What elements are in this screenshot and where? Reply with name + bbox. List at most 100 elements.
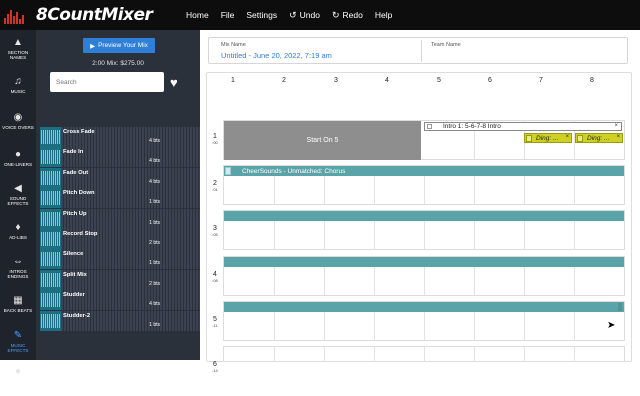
ding-clip[interactable]: Ding: ... × — [524, 133, 572, 143]
count-grid: 1 2 3 4 5 6 7 8 1:00 Start On 5 Intro 1:… — [206, 72, 632, 373]
row-label: 3:05 — [212, 225, 218, 237]
list-item[interactable]: Fade In 4 bts — [40, 147, 200, 168]
list-item[interactable]: Studder-2 1 bts — [40, 310, 200, 331]
column-header: 8 — [590, 77, 594, 84]
ding-clip[interactable]: Ding: ... × — [575, 133, 623, 143]
category-music-effects[interactable]: ✎ MUSIC EFFECTS — [0, 323, 36, 360]
track-thumbnail — [40, 147, 61, 168]
play-icon: ▶ — [90, 42, 96, 50]
category-sound-effects[interactable]: ◀ SOUND EFFECTS — [0, 176, 36, 213]
track-thumbnail — [40, 290, 61, 311]
clip-handle[interactable] — [427, 124, 432, 129]
mix-header-card: Mix Name Untitled - June 20, 2022, 7:19 … — [208, 37, 628, 64]
list-item[interactable]: Fade Out 4 bts — [40, 167, 200, 188]
resize-handle[interactable] — [618, 303, 622, 311]
clip-handle[interactable] — [225, 167, 231, 175]
mix-name-field[interactable]: Untitled - June 20, 2022, 7:19 am — [221, 51, 332, 60]
lane-row-5[interactable] — [223, 301, 625, 341]
start-on-block[interactable]: Start On 5 — [224, 121, 421, 160]
track-thumbnail — [40, 167, 61, 188]
column-header: 2 — [282, 77, 286, 84]
team-name-label: Team Name — [431, 42, 461, 48]
list-item[interactable]: Pitch Up 1 bts — [40, 208, 200, 229]
category-music[interactable]: ♫ MUSIC — [0, 67, 36, 104]
category-back-beats[interactable]: ▦ BACK BEATS — [0, 286, 36, 323]
category-voice-overs[interactable]: ◉ VOICE OVERS — [0, 103, 36, 140]
music-icon: ♫ — [14, 75, 22, 87]
mouse-cursor-icon: ➤ — [607, 320, 616, 331]
mix-price-info: 2:00 Mix: $275.00 — [92, 60, 144, 67]
header-divider — [421, 40, 422, 62]
user-icon: ● — [14, 366, 22, 378]
one-liners-icon: ● — [14, 149, 22, 161]
list-item[interactable]: Silence 1 bts — [40, 249, 200, 270]
close-icon[interactable]: × — [565, 134, 569, 140]
track-thumbnail — [40, 127, 61, 147]
row-label: 1:00 — [212, 133, 218, 145]
nav-file[interactable]: File — [221, 10, 235, 20]
cheersounds-clip-end[interactable] — [224, 302, 624, 312]
intro-clip[interactable]: Intro 1: 5-6-7-8 Intro × — [424, 122, 622, 131]
row-label: 2:01 — [212, 180, 218, 192]
close-icon[interactable]: × — [614, 123, 618, 129]
voice-overs-icon: ◉ — [13, 112, 23, 124]
category-sidebar: ▲ SECTION NAMES ♫ MUSIC ◉ VOICE OVERS ● ONE-… — [0, 30, 36, 389]
music-effects-icon: ✎ — [13, 329, 23, 341]
list-item[interactable]: Pitch Down 1 bts — [40, 188, 200, 209]
preview-mix-button[interactable]: ▶ Preview Your Mix — [83, 38, 155, 53]
column-header: 4 — [385, 77, 389, 84]
lane-row-3[interactable] — [223, 210, 625, 250]
cheersounds-clip-continuation[interactable] — [224, 211, 624, 221]
effects-list: Cross Fade 4 bts Fade In 4 bts Fade Out 4 b… — [40, 127, 200, 331]
list-item[interactable]: Record Stop 2 bts — [40, 228, 200, 249]
intros-endings-icon: ⇔ — [13, 256, 23, 268]
category-ad-libs[interactable]: ♦ AD-LIBS — [0, 213, 36, 250]
track-thumbnail — [40, 249, 61, 270]
category-my-recordings[interactable]: ● MY RECORDINGS — [0, 359, 36, 396]
logo-text: 8CountMixer — [36, 5, 153, 25]
list-item[interactable]: Cross Fade 4 bts — [40, 127, 200, 147]
row-label: 5:11 — [212, 316, 218, 328]
lane-row-2[interactable]: CheerSounds - Unmatched: Chorus — [223, 165, 625, 205]
close-icon[interactable]: × — [616, 134, 620, 140]
cheersounds-clip-continuation[interactable] — [224, 257, 624, 267]
list-item[interactable]: Studder 4 bts — [40, 290, 200, 311]
library-panel: ▶ Preview Your Mix 2:00 Mix: $275.00 ♥ C… — [36, 30, 200, 360]
undo-icon: ↺ — [289, 9, 297, 20]
main-nav: Home File Settings ↺ Undo ↻ Redo Help — [186, 0, 392, 30]
column-header: 6 — [488, 77, 492, 84]
top-bar: 8CountMixer Home File Settings ↺ Undo ↻ Re… — [0, 0, 640, 30]
nav-settings[interactable]: Settings — [246, 10, 277, 20]
category-section-names[interactable]: ▲ SECTION NAMES — [0, 30, 36, 67]
track-thumbnail — [40, 310, 61, 331]
column-header: 5 — [437, 77, 441, 84]
column-header: 7 — [539, 77, 543, 84]
track-thumbnail — [40, 188, 61, 209]
track-thumbnail — [40, 269, 61, 290]
category-one-liners[interactable]: ● ONE-LINERS — [0, 140, 36, 177]
list-item[interactable]: Split Mix 2 bts — [40, 269, 200, 290]
logo-mark-icon — [4, 4, 44, 26]
track-thumbnail — [40, 228, 61, 249]
clip-handle[interactable] — [577, 135, 583, 142]
track-thumbnail — [40, 208, 61, 229]
main-editor: Mix Name Untitled - June 20, 2022, 7:19 … — [200, 30, 640, 373]
sound-effects-icon: ◀ — [14, 183, 22, 195]
clip-handle[interactable] — [526, 135, 532, 142]
nav-redo[interactable]: ↻ Redo — [332, 10, 363, 21]
microphone-icon: ♦ — [15, 222, 21, 234]
cheersounds-clip[interactable]: CheerSounds - Unmatched: Chorus — [224, 166, 624, 176]
nav-help[interactable]: Help — [375, 10, 392, 20]
nav-undo[interactable]: ↺ Undo — [289, 10, 320, 21]
column-header: 1 — [231, 77, 235, 84]
lane-row-4[interactable] — [223, 256, 625, 296]
nav-home[interactable]: Home — [186, 10, 209, 20]
category-intros-endings[interactable]: ⇔ INTROS ENDINGS — [0, 250, 36, 287]
row-label: 6:14 — [212, 361, 218, 373]
search-input[interactable] — [50, 72, 164, 92]
back-beats-icon: ▦ — [13, 295, 23, 307]
redo-icon: ↻ — [331, 9, 340, 20]
logo[interactable]: 8CountMixer — [4, 3, 153, 27]
lane-row-1[interactable]: Start On 5 Intro 1: 5-6-7-8 Intro × Ding:… — [223, 120, 625, 160]
favorites-heart-icon[interactable]: ♥ — [170, 75, 178, 90]
